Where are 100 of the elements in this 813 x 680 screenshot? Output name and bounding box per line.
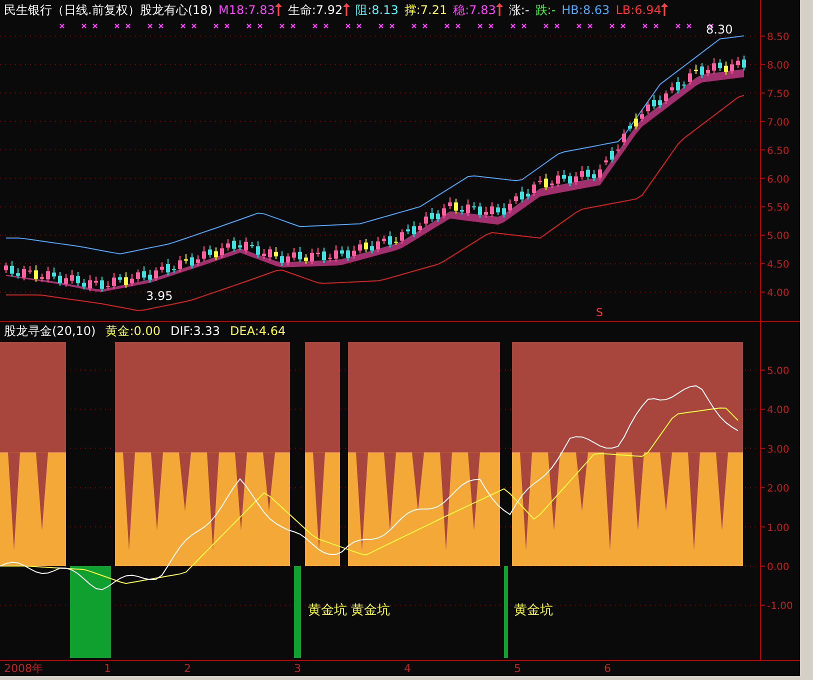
candlestick [46, 266, 50, 283]
axis-label: 8.00 [767, 60, 790, 72]
axis-label: 4.00 [767, 405, 790, 416]
pit-label: 黄金坑 [351, 603, 390, 618]
candlestick [94, 276, 98, 286]
candlestick [418, 222, 422, 234]
candlestick [616, 144, 620, 154]
candlestick [40, 273, 44, 282]
candlestick [148, 269, 152, 283]
candlestick [478, 202, 482, 218]
candlestick [220, 242, 224, 258]
axis-label: 7.50 [767, 88, 790, 100]
indicator-value: 民生银行（日线.前复权）股龙有心(18) [4, 2, 212, 19]
candlestick [292, 247, 296, 261]
candlestick [226, 238, 230, 251]
candlestick [274, 246, 278, 260]
date-label: 3 [293, 661, 302, 676]
candlestick [388, 230, 392, 248]
candlestick [352, 245, 356, 260]
candlestick [268, 246, 272, 261]
candlestick [16, 268, 20, 280]
candlestick [172, 265, 176, 274]
indicator-value: 撑:7.21 [404, 2, 448, 19]
candlestick [712, 58, 716, 74]
candlestick [400, 228, 404, 244]
candlestick [646, 100, 650, 114]
candlestick [70, 269, 74, 284]
candlestick [670, 82, 674, 94]
candlestick [460, 205, 464, 215]
indicator-value: 股龙寻金(20,10) [4, 323, 96, 340]
candlestick [424, 211, 428, 227]
price-label: 8.30 [706, 22, 733, 36]
candlestick [250, 241, 254, 249]
axis-label: 4.00 [767, 288, 790, 300]
axis-label: 8.50 [767, 32, 790, 43]
candlestick [82, 278, 86, 290]
date-label: 6 [603, 661, 612, 676]
axis-label: 0.00 [767, 562, 790, 573]
candlestick [286, 252, 290, 266]
indicator-value: 阻:8.13 [356, 2, 398, 19]
candlestick [604, 156, 608, 166]
candlestick [10, 260, 14, 277]
candlestick [394, 236, 398, 246]
candlestick [526, 188, 530, 200]
candlestick [358, 240, 362, 254]
axis-label: 2.00 [767, 484, 790, 495]
candlestick [118, 273, 122, 284]
price-label: 3.95 [146, 288, 173, 303]
candlestick [688, 68, 692, 86]
indicator-value: 涨:- [508, 2, 530, 19]
candlestick [700, 62, 704, 78]
candlestick [514, 192, 518, 204]
candlestick [544, 173, 548, 191]
candlestick [238, 240, 242, 251]
candlestick [208, 244, 212, 258]
candlestick [532, 181, 536, 196]
axis-label: 6.00 [767, 174, 790, 186]
candlestick [376, 236, 380, 253]
axis-label: -1.00 [767, 601, 793, 612]
candlestick [520, 186, 524, 203]
candlestick [574, 171, 578, 186]
candlestick [730, 58, 734, 74]
candlestick [508, 198, 512, 214]
candlestick [652, 94, 656, 110]
candlestick [628, 122, 632, 132]
date-label: 1 [103, 661, 112, 676]
candlestick [568, 172, 572, 187]
candlestick [340, 246, 344, 257]
candlestick [592, 169, 596, 182]
candlestick [58, 271, 62, 286]
candlestick [640, 109, 644, 122]
candlestick [166, 258, 170, 276]
candlestick [262, 248, 266, 260]
candlestick [466, 198, 470, 216]
indicator-value: 稳:7.83 [453, 2, 496, 19]
candlestick [106, 280, 110, 290]
candlestick [160, 262, 164, 274]
candlestick [4, 262, 8, 274]
candlestick [196, 254, 200, 266]
candlestick [610, 146, 614, 163]
pit-label: 黄金坑 [308, 603, 347, 618]
signal-mark: S [596, 306, 603, 319]
indicator-value: 黄金:0.00 [106, 323, 160, 340]
candlestick [280, 250, 284, 266]
candlestick [202, 246, 206, 262]
candlestick [706, 64, 710, 77]
date-label: 2 [183, 661, 192, 676]
candlestick [556, 170, 560, 188]
candlestick [406, 224, 410, 235]
date-label: 2008年 [3, 661, 44, 676]
candlestick [550, 180, 554, 188]
candlestick [442, 203, 446, 219]
candlestick [634, 112, 638, 130]
candlestick [472, 202, 476, 210]
candlestick [142, 266, 146, 281]
candlestick [664, 90, 668, 104]
candlestick [364, 238, 368, 253]
candlestick [412, 220, 416, 238]
candlestick [178, 255, 182, 272]
indicator-value: 跌:- [535, 2, 556, 19]
